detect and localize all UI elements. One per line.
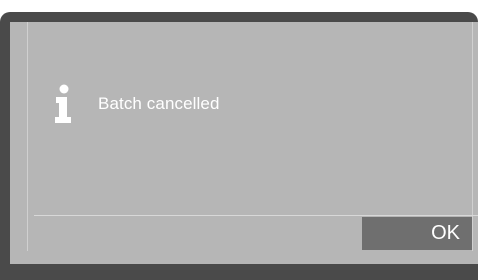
display-screen: Batch cancelled OK: [10, 22, 478, 264]
button-divider: [34, 215, 478, 216]
left-guide-line: [27, 22, 28, 264]
bottom-band: [10, 251, 478, 264]
info-icon: [55, 84, 71, 123]
dialog-message: Batch cancelled: [98, 94, 220, 113]
right-guide-line: [472, 22, 473, 264]
message-row: Batch cancelled: [52, 84, 220, 124]
ok-button[interactable]: OK: [362, 217, 472, 250]
